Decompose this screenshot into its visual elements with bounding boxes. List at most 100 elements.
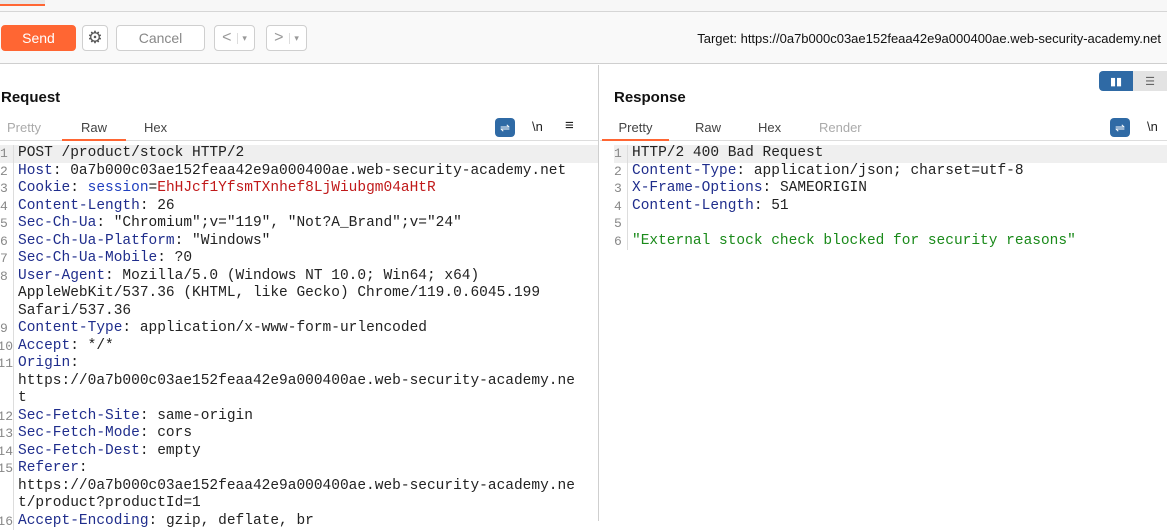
line-number: 11 [0,355,14,373]
line-text: Accept: */* [14,338,114,356]
tab-raw[interactable]: Raw [695,120,721,139]
separator: : [122,320,139,336]
editor-line-wrapped: https://0a7b000c03ae152feaa42e9a000400ae… [0,478,598,496]
settings-button[interactable]: ⚙ [82,25,108,51]
word-wrap-icon[interactable]: ⇌ [1110,118,1130,137]
repeater-tab[interactable] [0,0,45,6]
line-number-gutter [0,390,14,408]
tab-raw[interactable]: Raw [62,120,126,141]
line-text: Cookie: session=EhHJcf1YfsmTXnhef8LjWiub… [14,180,436,198]
separator: : [70,338,87,354]
line-text: Content-Type: application/x-www-form-url… [14,320,427,338]
request-editor[interactable]: 1POST /product/stock HTTP/22Host: 0a7b00… [0,145,598,530]
line-text: Origin: [14,355,88,373]
line-text: Accept-Encoding: gzip, deflate, br [14,513,314,530]
response-panel: ▮▮ ☰ Response Pretty Raw Hex Render ⇌ \n… [600,65,1167,521]
line-number: 10 [0,338,14,356]
target-url[interactable]: Target: https://0a7b000c03ae152feaa42e9a… [697,31,1161,46]
line-text: Content-Length: 26 [14,198,175,216]
header-name: Sec-Ch-Ua [18,215,96,231]
header-name: Sec-Ch-Ua-Mobile [18,250,157,266]
editor-line: 13Sec-Fetch-Mode: cors [0,425,598,443]
header-value: HTTP/2 400 Bad Request [632,145,823,161]
tab-hex[interactable]: Hex [144,120,167,139]
tab-pretty[interactable]: Pretty [7,120,41,139]
header-name: Origin [18,355,70,371]
editor-line: 5 [614,215,1167,233]
dropdown-icon[interactable]: ▾ [289,33,299,44]
header-name: Sec-Fetch-Mode [18,425,140,441]
line-text: Sec-Fetch-Mode: cors [14,425,192,443]
line-text-continued: t/product?productId=1 [14,495,201,513]
header-value: same-origin [157,408,253,424]
header-name: Referer [18,460,79,476]
send-button[interactable]: Send [1,25,76,51]
header-name: Content-Type [632,163,736,179]
header-name: Cookie [18,180,70,196]
response-title: Response [614,89,686,106]
separator: : [175,233,192,249]
line-number: 2 [614,163,628,181]
tab-hex[interactable]: Hex [758,120,781,139]
header-value: "Chromium";v="119", "Not?A_Brand";v="24" [114,215,462,231]
gear-icon: ⚙ [87,28,102,48]
line-text-continued: https://0a7b000c03ae152feaa42e9a000400ae… [14,373,575,391]
header-name: Sec-Ch-Ua-Platform [18,233,175,249]
forward-button[interactable]: >▾ [266,25,307,51]
header-name: Content-Length [18,198,140,214]
editor-line: 16Accept-Encoding: gzip, deflate, br [0,513,598,530]
header-name: Sec-Fetch-Dest [18,443,140,459]
split-view-icon[interactable]: ▮▮ [1099,71,1133,91]
line-text: Sec-Ch-Ua-Mobile: ?0 [14,250,192,268]
editor-line: 3Cookie: session=EhHJcf1YfsmTXnhef8LjWiu… [0,180,598,198]
line-number: 1 [0,145,14,163]
tab-pretty[interactable]: Pretty [602,120,669,141]
response-editor[interactable]: 1HTTP/2 400 Bad Request2Content-Type: ap… [614,145,1167,250]
editor-line: 6"External stock check blocked for secur… [614,233,1167,251]
stacked-view-icon[interactable]: ☰ [1133,71,1167,91]
editor-line: 12Sec-Fetch-Site: same-origin [0,408,598,426]
editor-line-wrapped: https://0a7b000c03ae152feaa42e9a000400ae… [0,373,598,391]
cookie-value: EhHJcf1YfsmTXnhef8LjWiubgm04aHtR [157,180,435,196]
toolbar: Send ⚙ Cancel <▾ >▾ Target: https://0a7b… [0,12,1167,64]
editor-line: 1HTTP/2 400 Bad Request [614,145,1167,163]
show-newlines-button[interactable]: \n [1147,119,1158,134]
body-string: "External stock check blocked for securi… [632,233,1076,249]
line-text: "External stock check blocked for securi… [628,233,1076,251]
dropdown-icon[interactable]: ▾ [237,33,247,44]
header-value: 26 [157,198,174,214]
cancel-button[interactable]: Cancel [116,25,205,51]
line-number: 7 [0,250,14,268]
menu-icon[interactable]: ≡ [565,117,574,134]
line-text-continued: t [14,390,27,408]
header-value: 0a7b000c03ae152feaa42e9a000400ae.web-sec… [70,163,566,179]
editor-line: 15Referer: [0,460,598,478]
line-text: User-Agent: Mozilla/5.0 (Windows NT 10.0… [14,268,479,286]
header-value: application/json; charset=utf-8 [754,163,1024,179]
separator: : [754,198,771,214]
line-text: X-Frame-Options: SAMEORIGIN [628,180,867,198]
tab-render[interactable]: Render [819,120,862,139]
header-value: ?0 [175,250,192,266]
word-wrap-icon[interactable]: ⇌ [495,118,515,137]
line-number: 4 [0,198,14,216]
separator: : [70,355,87,371]
editor-line: 11Origin: [0,355,598,373]
header-value: application/x-www-form-urlencoded [140,320,427,336]
line-text: Sec-Ch-Ua-Platform: "Windows" [14,233,270,251]
line-number: 5 [614,215,628,233]
header-name: Host [18,163,53,179]
header-name: User-Agent [18,268,105,284]
line-number: 1 [614,145,628,163]
line-text: POST /product/stock HTTP/2 [14,145,244,163]
line-number: 3 [0,180,14,198]
editor-line: 2Host: 0a7b000c03ae152feaa42e9a000400ae.… [0,163,598,181]
line-text [628,215,632,233]
separator: : [105,268,122,284]
line-number-gutter [0,303,14,321]
back-button[interactable]: <▾ [214,25,255,51]
chevron-right-icon: > [274,29,283,47]
request-panel: Request Pretty Raw Hex ⇌ \n ≡ 1POST /pro… [0,65,599,521]
show-newlines-button[interactable]: \n [532,119,543,134]
line-number-gutter [0,285,14,303]
